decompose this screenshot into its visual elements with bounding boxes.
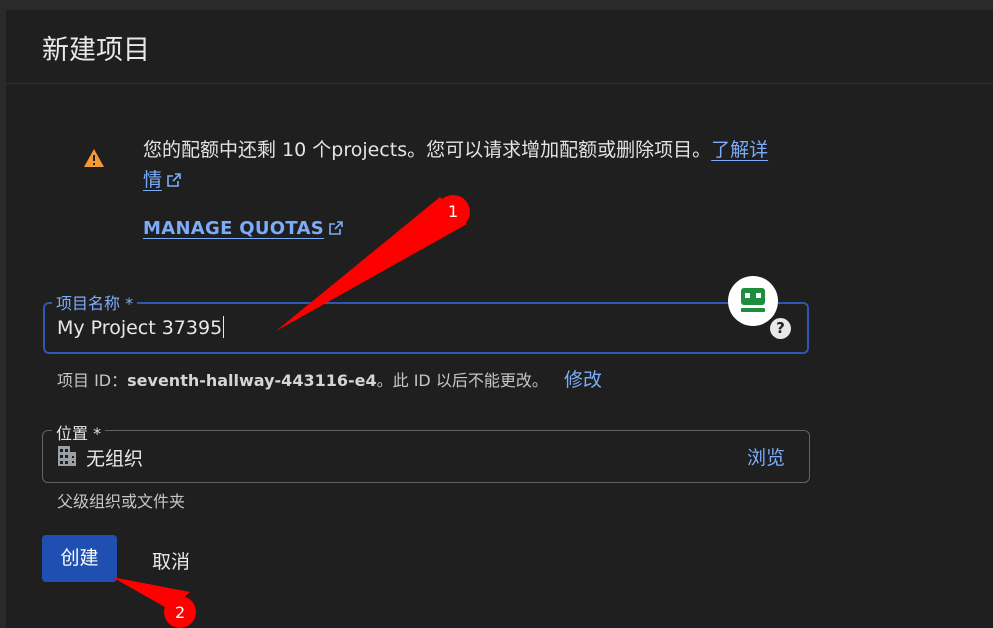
- annotation-number-2: 2: [175, 603, 186, 622]
- annotation-number-1: 1: [448, 202, 459, 221]
- annotation-overlay: [112, 195, 470, 628]
